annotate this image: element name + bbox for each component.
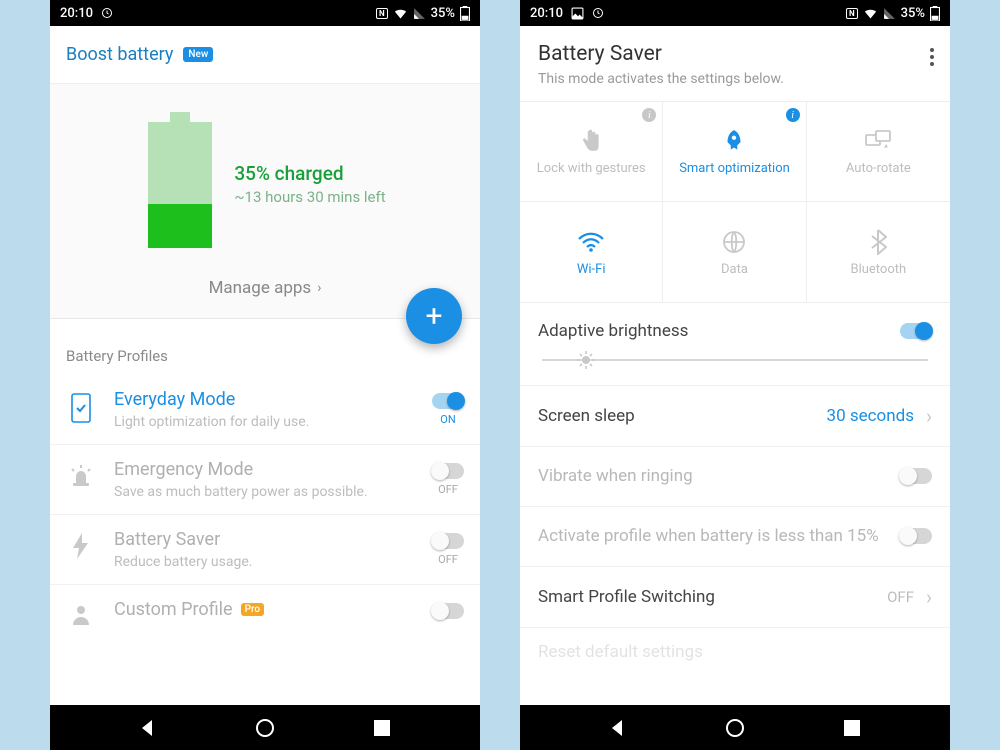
battery-graphic bbox=[144, 112, 216, 256]
row-screen-sleep[interactable]: Screen sleep 30 seconds › bbox=[520, 386, 950, 447]
toggle-off-icon bbox=[432, 533, 464, 549]
person-icon bbox=[66, 603, 96, 625]
grid-wifi[interactable]: Wi-Fi bbox=[520, 202, 663, 302]
profile-toggle[interactable]: OFF bbox=[432, 463, 464, 496]
brightness-slider[interactable] bbox=[538, 355, 932, 365]
nfc-icon: N bbox=[846, 8, 858, 19]
row-smart-switching[interactable]: Smart Profile Switching OFF › bbox=[520, 567, 950, 628]
page-subtitle: This mode activates the settings below. bbox=[538, 71, 902, 87]
row-activate-threshold[interactable]: Activate profile when battery is less th… bbox=[520, 507, 950, 567]
bluetooth-icon bbox=[869, 228, 887, 256]
info-icon[interactable]: i bbox=[642, 108, 656, 122]
pro-badge: Pro bbox=[241, 603, 264, 616]
profile-toggle[interactable]: ON bbox=[432, 393, 464, 426]
grid-lock-gestures[interactable]: i Lock with gestures bbox=[520, 102, 663, 202]
phone-check-icon bbox=[66, 393, 96, 423]
profile-toggle[interactable] bbox=[432, 603, 464, 619]
signal-icon bbox=[413, 7, 426, 20]
page-title: Battery Saver bbox=[538, 42, 902, 66]
feature-grid: i Lock with gestures i Smart optimizatio… bbox=[520, 102, 950, 303]
signal-icon bbox=[883, 7, 896, 20]
profile-sub: Save as much battery power as possible. bbox=[114, 484, 414, 500]
status-battery-percent: 35% bbox=[901, 6, 925, 21]
profile-toggle[interactable]: OFF bbox=[432, 533, 464, 566]
grid-auto-rotate[interactable]: Auto-rotate bbox=[807, 102, 950, 202]
nav-home[interactable] bbox=[254, 717, 276, 739]
profile-title: Battery Saver bbox=[114, 529, 414, 550]
boost-title: Boost battery bbox=[66, 44, 173, 65]
battery-charged: 35% charged bbox=[234, 162, 385, 185]
clock-icon bbox=[592, 7, 604, 19]
wifi-icon bbox=[393, 6, 408, 21]
profile-sub: Light optimization for daily use. bbox=[114, 414, 414, 430]
toggle-on-icon[interactable] bbox=[900, 323, 932, 339]
saver-screen: Battery Saver This mode activates the se… bbox=[520, 26, 950, 705]
plus-icon: + bbox=[425, 299, 442, 334]
toggle-off-icon bbox=[432, 463, 464, 479]
clock-icon bbox=[101, 7, 113, 19]
globe-icon bbox=[722, 228, 746, 256]
phone-left: 20:10 N 35% Boost battery New bbox=[50, 0, 480, 750]
toggle-on-icon bbox=[432, 393, 464, 409]
nav-bar bbox=[520, 705, 950, 750]
grid-smart-optimization[interactable]: i Smart optimization bbox=[663, 102, 806, 202]
nav-home[interactable] bbox=[724, 717, 746, 739]
rocket-icon bbox=[721, 127, 747, 155]
profile-sub: Reduce battery usage. bbox=[114, 554, 414, 570]
status-battery-percent: 35% bbox=[431, 6, 455, 21]
nav-recent[interactable] bbox=[841, 717, 863, 739]
info-icon[interactable]: i bbox=[786, 108, 800, 122]
bolt-icon bbox=[66, 533, 96, 559]
chevron-right-icon: › bbox=[926, 585, 932, 609]
profile-title: Everyday Mode bbox=[114, 389, 414, 410]
toggle-off-icon[interactable] bbox=[900, 468, 932, 484]
toggle-off-icon[interactable] bbox=[900, 528, 932, 544]
screen-header: Battery Saver This mode activates the se… bbox=[520, 26, 950, 102]
wifi-icon bbox=[863, 6, 878, 21]
status-time: 20:10 bbox=[60, 6, 93, 21]
new-badge: New bbox=[183, 47, 213, 62]
profile-everyday[interactable]: Everyday Mode Light optimization for dai… bbox=[50, 375, 480, 445]
nav-back[interactable] bbox=[137, 717, 159, 739]
hand-icon bbox=[578, 127, 604, 155]
siren-icon bbox=[66, 463, 96, 489]
grid-bluetooth[interactable]: Bluetooth bbox=[807, 202, 950, 302]
wifi-icon bbox=[577, 228, 605, 256]
status-time: 20:10 bbox=[530, 6, 563, 21]
battery-icon bbox=[930, 6, 940, 21]
boost-header: Boost battery New bbox=[50, 26, 480, 84]
boost-screen: Boost battery New 35% charged ~13 hours … bbox=[50, 26, 480, 705]
image-icon bbox=[571, 7, 584, 20]
nav-recent[interactable] bbox=[371, 717, 393, 739]
nav-bar bbox=[50, 705, 480, 750]
grid-data[interactable]: Data bbox=[663, 202, 806, 302]
nfc-icon: N bbox=[376, 8, 388, 19]
add-profile-fab[interactable]: + bbox=[406, 288, 462, 344]
battery-estimate: ~13 hours 30 mins left bbox=[234, 188, 385, 206]
profile-saver[interactable]: Battery Saver Reduce battery usage. OFF bbox=[50, 515, 480, 585]
row-vibrate[interactable]: Vibrate when ringing bbox=[520, 447, 950, 507]
profile-title: Custom Profile Pro bbox=[114, 599, 414, 620]
battery-panel: 35% charged ~13 hours 30 mins left Manag… bbox=[50, 84, 480, 319]
chevron-right-icon: › bbox=[317, 280, 321, 296]
row-reset[interactable]: Reset default settings bbox=[520, 628, 950, 662]
phone-right: 20:10 N 35% Battery Saver This mod bbox=[520, 0, 950, 750]
nav-back[interactable] bbox=[607, 717, 629, 739]
row-adaptive-brightness[interactable]: Adaptive brightness bbox=[520, 303, 950, 386]
battery-text: 35% charged ~13 hours 30 mins left bbox=[234, 162, 385, 206]
profile-title: Emergency Mode bbox=[114, 459, 414, 480]
rotate-icon bbox=[864, 127, 892, 155]
profile-emergency[interactable]: Emergency Mode Save as much battery powe… bbox=[50, 445, 480, 515]
profile-custom[interactable]: Custom Profile Pro bbox=[50, 585, 480, 639]
battery-icon bbox=[460, 6, 470, 21]
toggle-off-icon bbox=[432, 603, 464, 619]
chevron-right-icon: › bbox=[926, 404, 932, 428]
status-bar: 20:10 N 35% bbox=[520, 0, 950, 26]
overflow-menu[interactable] bbox=[930, 48, 934, 66]
manage-apps-link[interactable]: Manage apps › bbox=[70, 278, 460, 298]
status-bar: 20:10 N 35% bbox=[50, 0, 480, 26]
slider-thumb-icon bbox=[577, 351, 595, 369]
